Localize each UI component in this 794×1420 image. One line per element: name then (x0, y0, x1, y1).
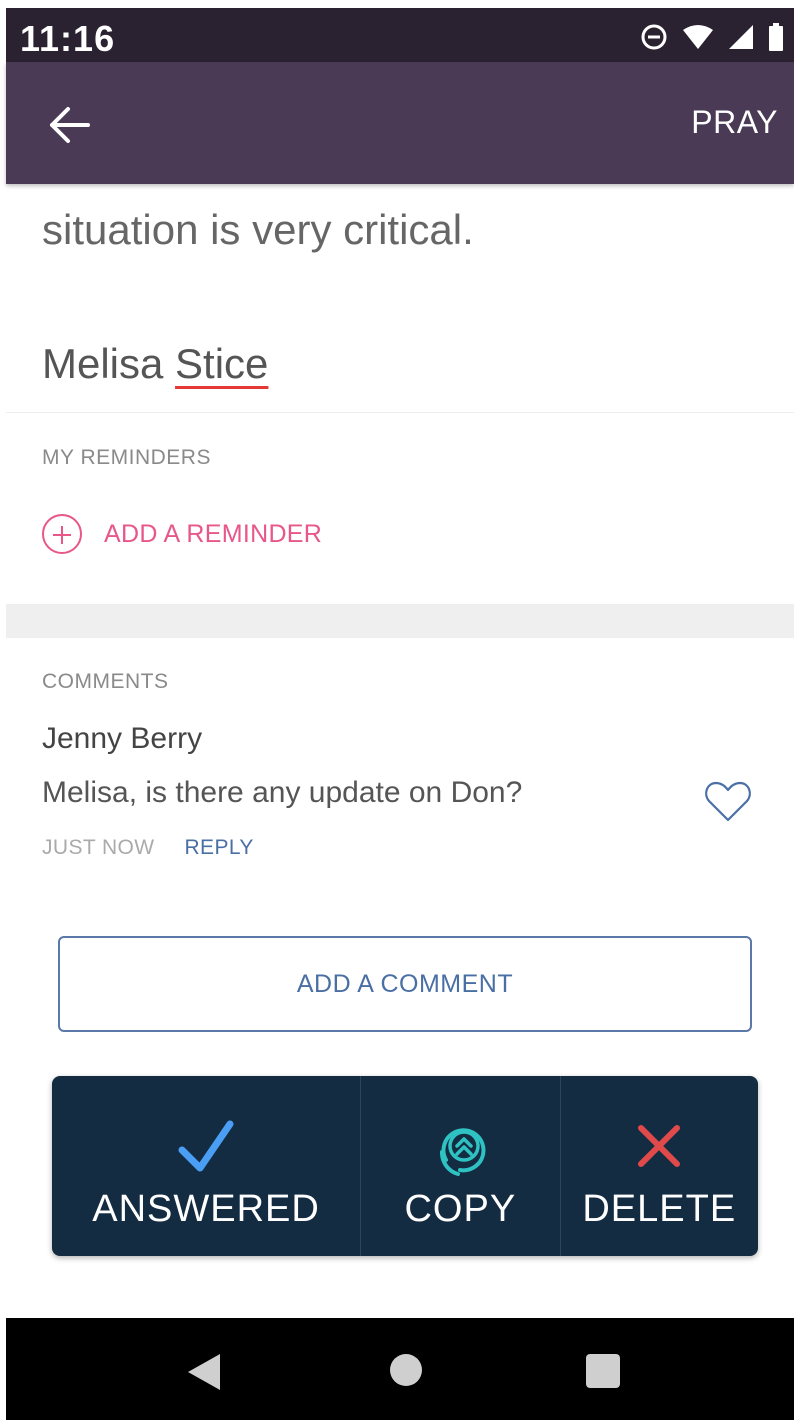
cell-signal-icon (729, 25, 753, 49)
prayer-author: Melisa Stice (42, 340, 268, 388)
home-circle-icon[interactable] (390, 1354, 422, 1386)
status-time: 11:16 (20, 18, 116, 59)
divider (6, 412, 794, 413)
add-reminder-label: ADD A REMINDER (104, 519, 323, 548)
recents-square-icon[interactable] (586, 1354, 620, 1388)
add-reminder-button[interactable]: ADD A REMINDER (42, 512, 322, 556)
author-first-name: Melisa (42, 340, 164, 387)
app-bar: PRAY (6, 62, 794, 184)
plus-circle-icon (42, 514, 82, 554)
x-icon (638, 1125, 681, 1167)
section-separator (6, 604, 794, 638)
reminders-section-label: MY REMINDERS (42, 446, 211, 469)
status-bar: 11:16 (6, 8, 794, 62)
wifi-icon (683, 25, 713, 49)
author-last-name: Stice (175, 340, 269, 387)
comment-timestamp: JUST NOW (42, 836, 155, 859)
comment-meta: JUST NOW REPLY (42, 836, 254, 860)
action-sheet: ANSWERED COPY DELETE (52, 1076, 758, 1256)
comment-author: Jenny Berry (42, 722, 203, 755)
arrow-left-icon (50, 107, 90, 143)
battery-icon (769, 23, 783, 51)
back-triangle-icon[interactable] (184, 1352, 224, 1392)
copy-chevrons-icon (440, 1128, 486, 1176)
heart-outline-icon[interactable] (704, 780, 752, 822)
copy-button[interactable]: COPY (361, 1076, 561, 1256)
delete-label: DELETE (582, 1188, 737, 1230)
copy-label: COPY (404, 1188, 517, 1230)
answered-label: ANSWERED (92, 1188, 320, 1230)
checkmark-icon (178, 1120, 234, 1172)
prayer-body-text: situation is very critical. (42, 206, 474, 253)
delete-button[interactable]: DELETE (561, 1076, 758, 1256)
back-button[interactable] (44, 100, 94, 150)
reply-link[interactable]: REPLY (184, 836, 253, 860)
status-icons (640, 22, 784, 52)
comment-text: Melisa, is there any update on Don? (42, 776, 523, 809)
do-not-disturb-icon (641, 24, 667, 50)
comments-section-label: COMMENTS (42, 670, 169, 693)
pray-button[interactable]: PRAY (691, 104, 778, 141)
add-comment-button[interactable]: ADD A COMMENT (58, 936, 752, 1032)
system-nav-bar (6, 1318, 794, 1420)
answered-button[interactable]: ANSWERED (52, 1076, 362, 1256)
